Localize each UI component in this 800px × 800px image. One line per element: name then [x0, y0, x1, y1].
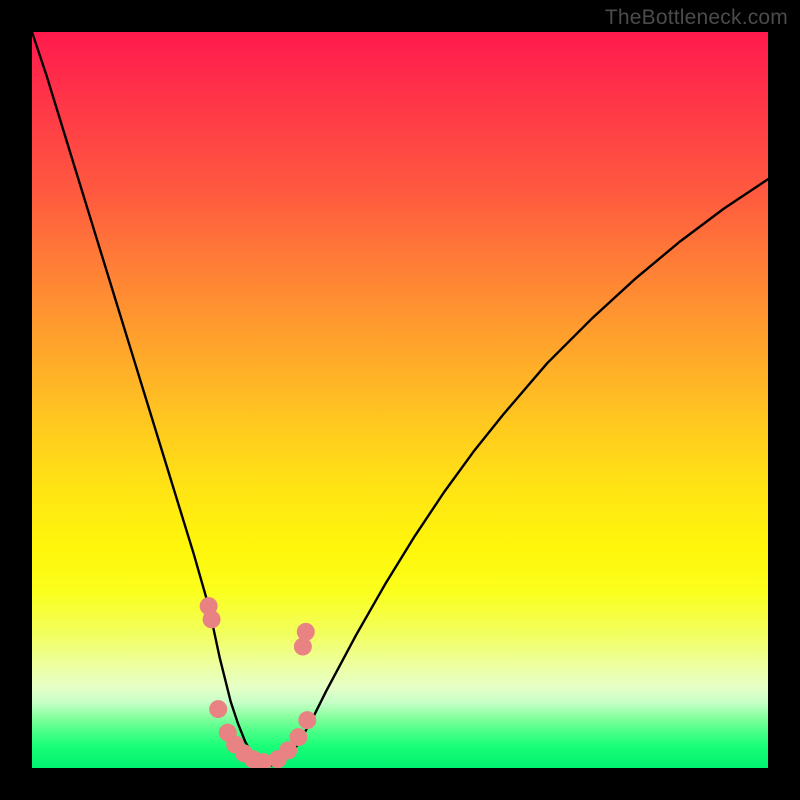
data-marker — [297, 623, 315, 641]
watermark-text: TheBottleneck.com — [605, 6, 788, 30]
data-marker — [203, 610, 221, 628]
chart-frame: TheBottleneck.com — [0, 0, 800, 800]
data-marker — [209, 700, 227, 718]
data-marker — [298, 711, 316, 729]
chart-svg — [32, 32, 768, 768]
marker-group — [200, 597, 317, 768]
bottleneck-curve — [32, 32, 768, 766]
plot-area — [32, 32, 768, 768]
data-marker — [289, 728, 307, 746]
